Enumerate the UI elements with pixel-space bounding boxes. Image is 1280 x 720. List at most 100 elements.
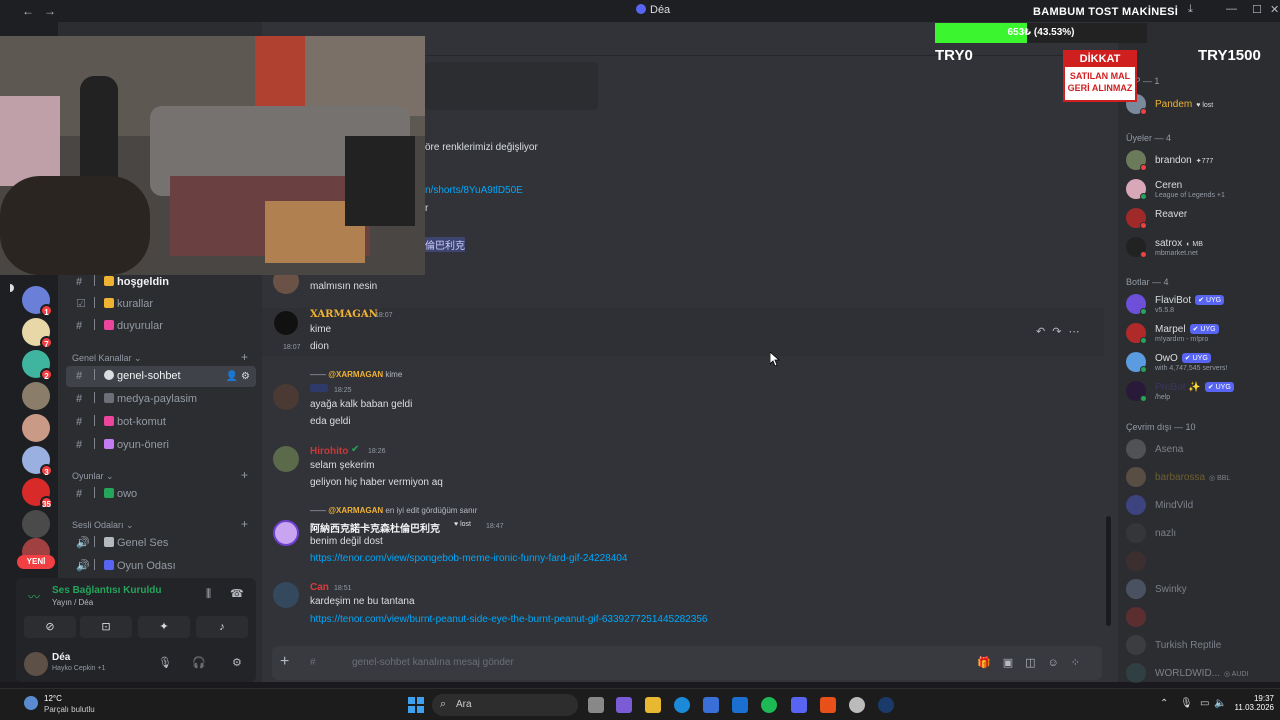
screen-share-button[interactable]: ⊡ xyxy=(80,616,132,638)
category-voice[interactable]: Sesli Odaları ⌄ xyxy=(72,520,134,531)
message-author[interactable]: XARMAGAN xyxy=(310,309,378,320)
weather-temp[interactable]: 12°C xyxy=(44,694,62,703)
spotify-icon[interactable] xyxy=(761,697,777,713)
obs-icon[interactable] xyxy=(849,697,865,713)
channel-kurallar[interactable]: ☑ kurallar xyxy=(66,294,256,315)
add-attachment-icon[interactable]: + xyxy=(280,653,289,671)
server-icon[interactable] xyxy=(22,414,50,442)
member-item[interactable]: FlaviBot ✔ UYG v5.5.8 xyxy=(1126,292,1276,318)
message-author[interactable]: 阿納西克諾卡克森杜倫巴利克 xyxy=(310,520,440,535)
minimize-button[interactable]: — xyxy=(1226,3,1237,15)
copilot-icon[interactable] xyxy=(616,697,632,713)
sticker-icon[interactable]: ◫ xyxy=(1025,657,1047,669)
emoji-icon[interactable]: ☺ xyxy=(1048,657,1071,669)
reply-preview[interactable]: ―― @XARMAGAN en iyi edit gördüğüm sanır xyxy=(310,506,477,515)
add-channel-icon[interactable]: + xyxy=(241,517,248,531)
message-author[interactable] xyxy=(310,384,328,392)
reply-icon[interactable]: ↶ xyxy=(1036,326,1052,338)
message-link[interactable]: https://tenor.com/view/burnt-peanut-side… xyxy=(310,614,708,625)
maximize-button[interactable]: ☐ xyxy=(1252,3,1262,16)
outlook-icon[interactable] xyxy=(732,697,748,713)
add-channel-icon[interactable]: + xyxy=(241,350,248,364)
add-channel-icon[interactable]: + xyxy=(241,468,248,482)
discord-icon[interactable] xyxy=(791,697,807,713)
channel-settings-icon[interactable]: 👤 ⚙ xyxy=(226,366,250,387)
message-link[interactable]: https://tenor.com/view/spongebob-meme-ir… xyxy=(310,553,627,564)
message-author[interactable]: Hirohito xyxy=(310,446,348,457)
server-icon[interactable]: 2 xyxy=(22,350,53,381)
headphones-icon[interactable]: 🎧 xyxy=(192,656,206,669)
channel-oyun-odasi[interactable]: 🔊 Oyun Odası xyxy=(66,556,256,577)
weather-desc[interactable]: Parçalı bulutlu xyxy=(44,705,95,714)
member-item[interactable]: nazlı xyxy=(1126,521,1276,547)
channel-hosgeldin[interactable]: # hoşgeldin xyxy=(66,272,256,293)
server-icon[interactable]: 1 xyxy=(22,286,53,317)
avatar[interactable] xyxy=(273,520,299,546)
download-icon[interactable]: ⤓ xyxy=(1188,3,1193,16)
channel-medya-paylasim[interactable]: # medya-paylasim xyxy=(66,389,256,410)
server-icon[interactable] xyxy=(22,382,50,410)
member-item[interactable]: Asena xyxy=(1126,437,1276,463)
channel-bot-komut[interactable]: # bot-komut xyxy=(66,412,256,433)
channel-oyun-oneri[interactable]: # oyun-öneri xyxy=(66,435,256,456)
chat-scrollbar[interactable] xyxy=(1106,516,1111,626)
microphone-tray-icon[interactable]: 🎙 xyxy=(1180,698,1193,709)
member-item[interactable]: satrox ◐ MB mbmarket.net xyxy=(1126,235,1276,261)
steam-icon[interactable] xyxy=(878,697,894,713)
member-item[interactable]: ProBot ✨ ✔ UYG /help xyxy=(1126,379,1276,405)
more-icon[interactable]: ⋯ xyxy=(1068,326,1086,338)
member-item[interactable]: Reaver xyxy=(1126,206,1276,232)
member-item[interactable]: Swinky xyxy=(1126,577,1276,603)
member-item[interactable]: Marpel ✔ UYG m!yardım - m!pro xyxy=(1126,321,1276,347)
member-item[interactable]: WORLDWID... ◎ AUDI xyxy=(1126,661,1276,687)
clock[interactable]: 19:37 11.03.2026 xyxy=(1230,694,1274,712)
task-view-icon[interactable] xyxy=(588,697,604,713)
tray-chevron-icon[interactable]: ⌃ xyxy=(1160,698,1168,709)
apps-icon[interactable]: ⁘ xyxy=(1071,657,1092,669)
member-item[interactable] xyxy=(1126,549,1276,575)
brave-icon[interactable] xyxy=(820,697,836,713)
new-badge[interactable]: YENİ xyxy=(17,555,55,569)
gear-icon[interactable]: ⚙ xyxy=(232,656,242,669)
category-games[interactable]: Oyunlar ⌄ xyxy=(72,471,114,482)
mention-text[interactable]: 倫巴利克 xyxy=(425,237,465,252)
member-item[interactable]: barbarossa ◎ BBL xyxy=(1126,465,1276,491)
volume-icon[interactable]: 🔈 xyxy=(1214,698,1226,709)
activities-button[interactable]: ✦ xyxy=(138,616,190,638)
channel-genel-sohbet[interactable]: # genel-sohbet 👤 ⚙ xyxy=(66,366,256,387)
member-item[interactable] xyxy=(1126,605,1276,631)
message-link[interactable]: n/shorts/8YuA9tlD50E xyxy=(425,185,523,196)
message-actions[interactable]: ↶↷⋯ xyxy=(1036,325,1086,338)
edge-icon[interactable] xyxy=(674,697,690,713)
member-item[interactable]: MindVild xyxy=(1126,493,1276,519)
taskbar-search[interactable]: ⌕ Ara xyxy=(432,694,578,716)
channel-owo[interactable]: # owo xyxy=(66,484,256,505)
store-icon[interactable] xyxy=(703,697,719,713)
member-item[interactable]: OwO ✔ UYG with 4,747,545 servers! xyxy=(1126,350,1276,376)
server-icon[interactable] xyxy=(22,510,50,538)
channel-genel-ses[interactable]: 🔊 Genel Ses xyxy=(66,533,256,554)
disconnect-icon[interactable]: ☎ xyxy=(230,587,244,600)
member-item[interactable]: Ceren League of Legends +1 xyxy=(1126,177,1276,203)
channel-duyurular[interactable]: # duyurular xyxy=(66,316,256,337)
gift-icon[interactable]: 🎁 xyxy=(977,657,1003,669)
close-button[interactable]: ✕ xyxy=(1270,3,1279,16)
forward-icon[interactable]: ↷ xyxy=(1052,326,1068,338)
reply-preview[interactable]: ―― @XARMAGAN kime xyxy=(310,370,402,379)
avatar[interactable] xyxy=(273,384,299,410)
noise-suppression-icon[interactable]: ⫼ xyxy=(206,588,211,601)
voice-status[interactable]: Ses Bağlantısı Kuruldu xyxy=(52,585,161,596)
soundboard-button[interactable]: ♪ xyxy=(196,616,248,638)
avatar[interactable] xyxy=(24,652,48,676)
server-icon[interactable]: 35 xyxy=(22,478,53,509)
avatar[interactable] xyxy=(273,446,299,472)
member-item[interactable]: brandon ✦777 xyxy=(1126,148,1276,174)
server-icon[interactable]: 7 xyxy=(22,318,53,349)
gif-icon[interactable]: ▣ xyxy=(1003,657,1025,669)
weather-icon[interactable] xyxy=(24,696,38,710)
back-arrow-icon[interactable]: ← xyxy=(22,4,34,18)
avatar[interactable] xyxy=(273,582,299,608)
microphone-icon[interactable]: 🎙 xyxy=(158,656,172,669)
avatar[interactable] xyxy=(273,310,299,336)
file-explorer-icon[interactable] xyxy=(645,697,661,713)
